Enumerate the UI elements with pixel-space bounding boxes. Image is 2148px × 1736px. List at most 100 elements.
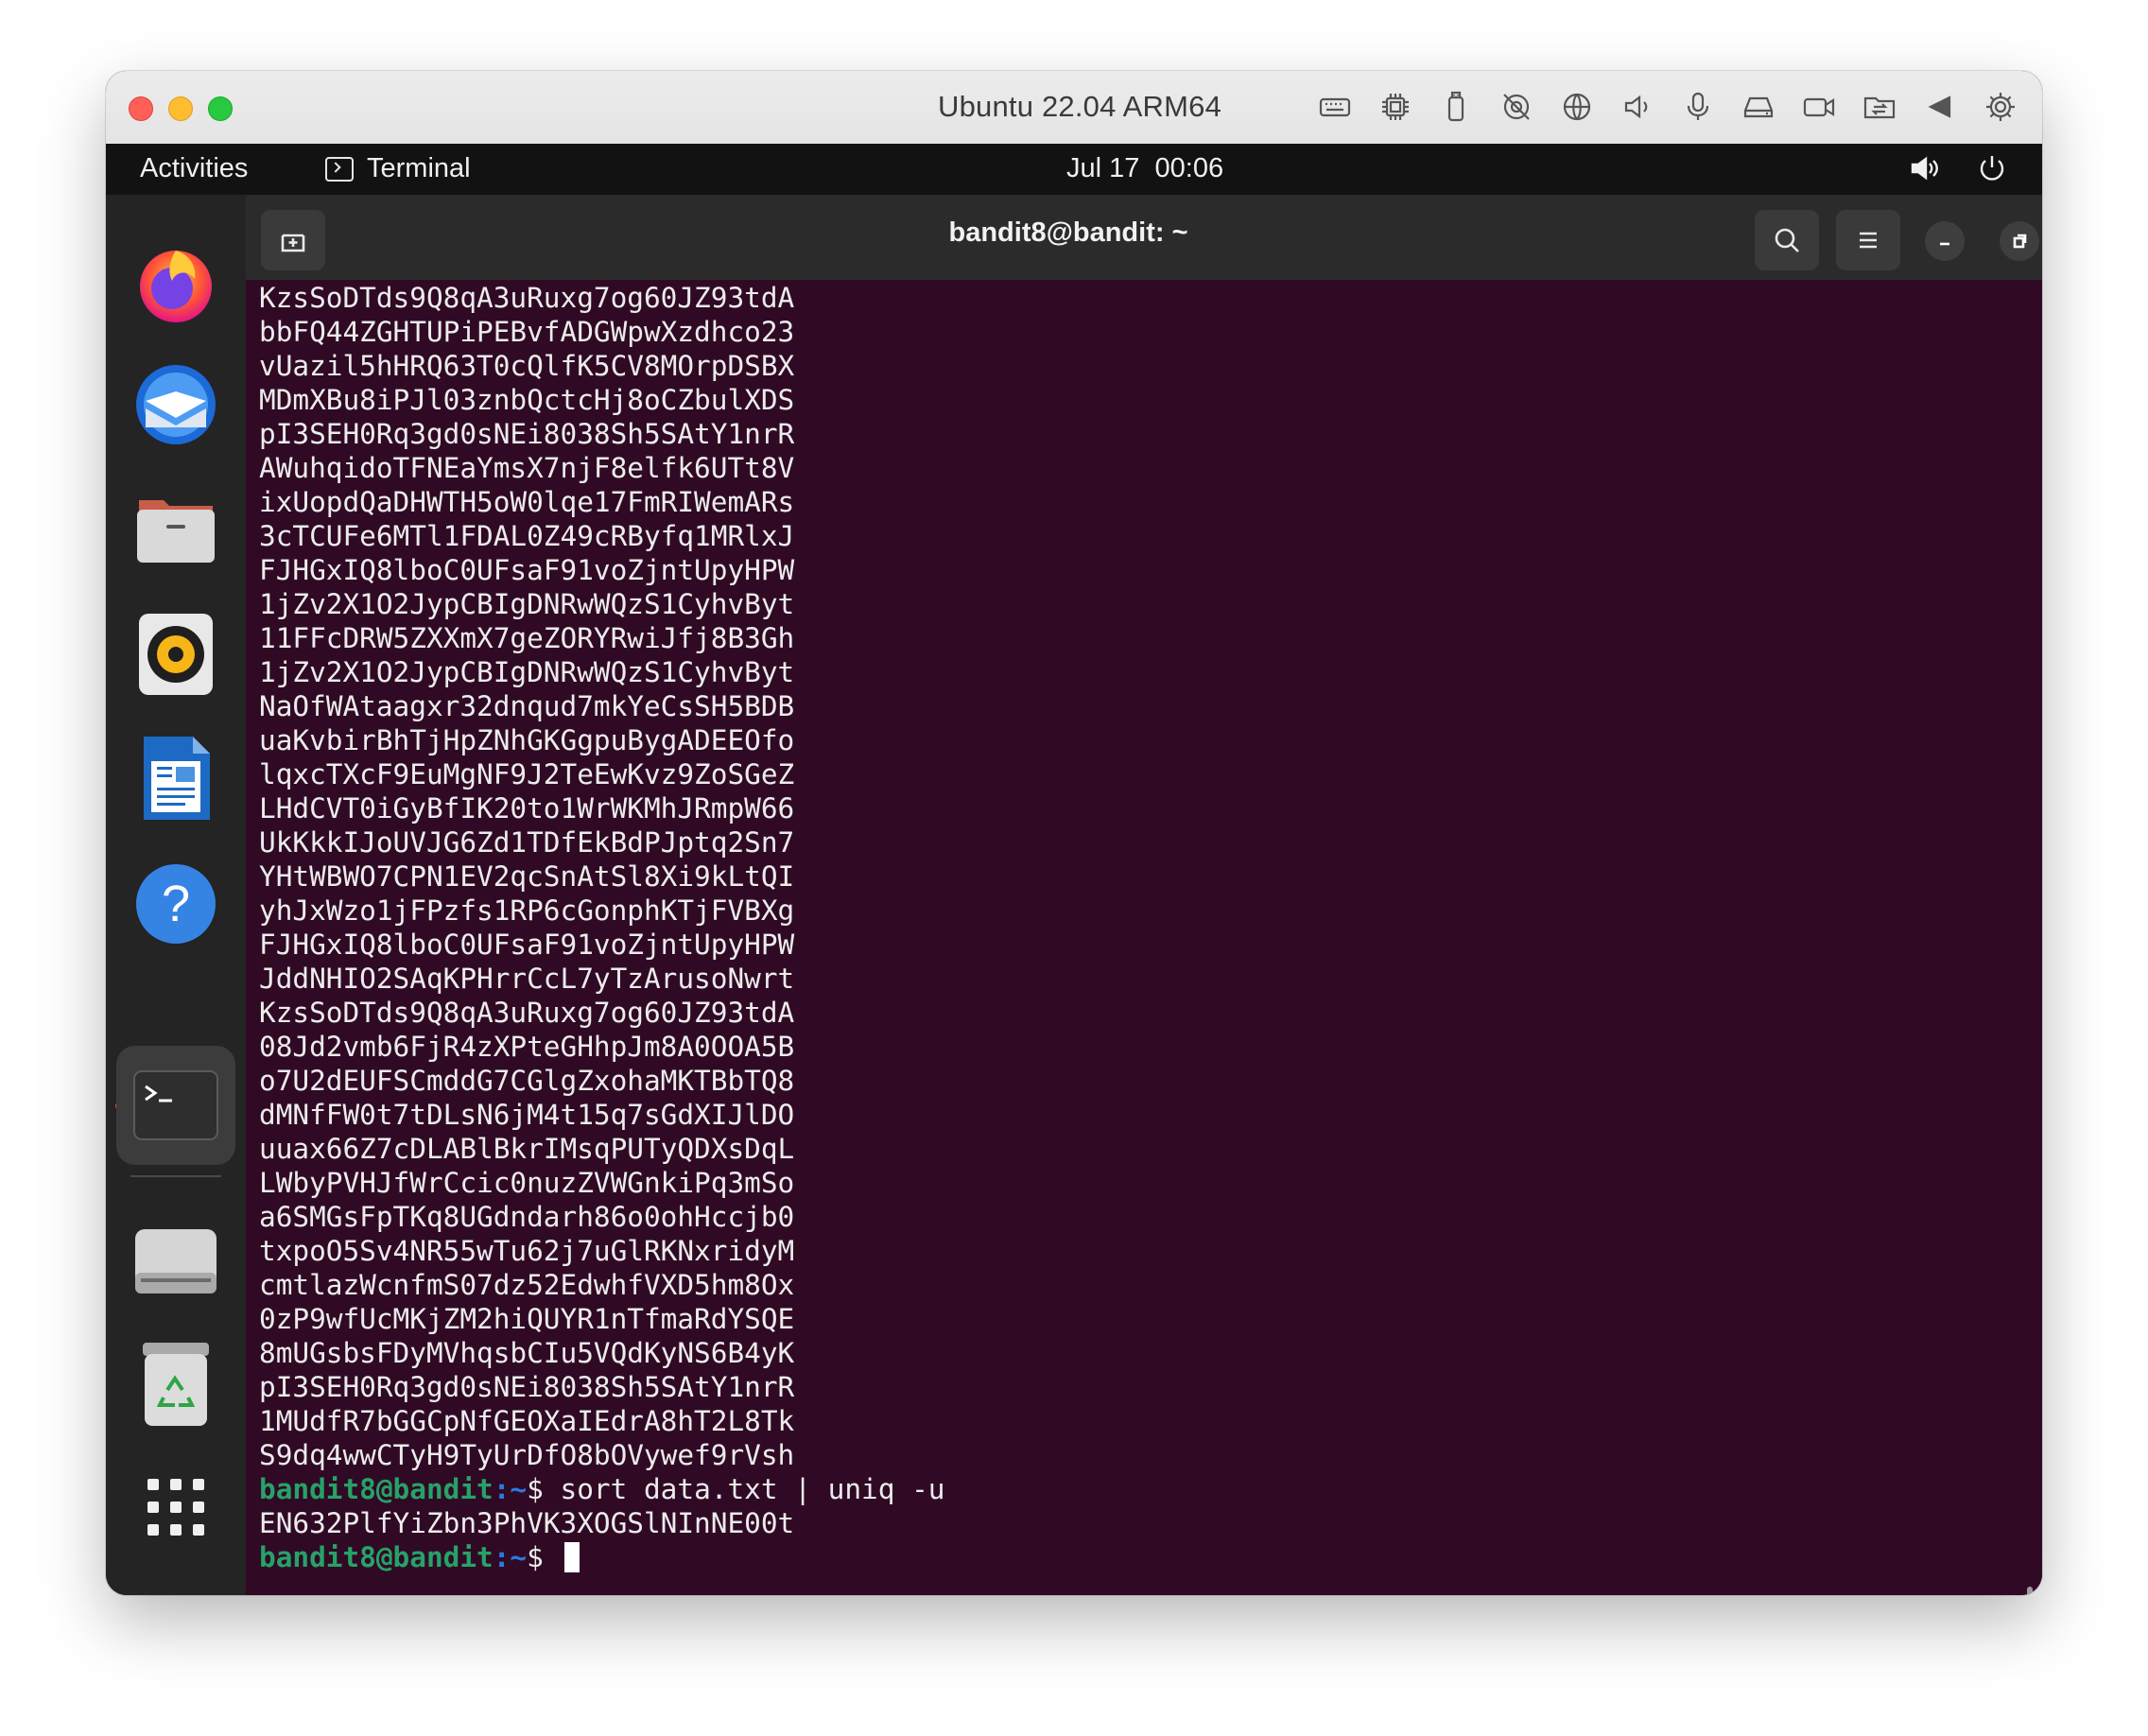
- terminal-headerbar[interactable]: bandit8@bandit: ~: [246, 195, 2042, 280]
- output-line: AWuhqidoTFNEaYmsX7njF8elfk6UTt8V: [259, 452, 795, 484]
- volume-icon[interactable]: [1908, 152, 1940, 184]
- trash-launcher[interactable]: [121, 1329, 231, 1439]
- hamburger-menu-icon: [1860, 232, 1877, 249]
- back-icon[interactable]: [1921, 88, 1959, 126]
- terminal-scrollbar[interactable]: [2027, 1587, 2033, 1595]
- power-icon[interactable]: [1976, 152, 2008, 184]
- output-line: pI3SEH0Rq3gd0sNEi8038Sh5SAtY1nrR: [259, 418, 795, 450]
- prompt-path: :~: [493, 1541, 528, 1573]
- output-line: NaOfWAtaagxr32dnqud7mkYeCsSH5BDB: [259, 690, 795, 722]
- activities-button[interactable]: Activities: [140, 153, 248, 184]
- terminal-output[interactable]: KzsSoDTds9Q8qA3uRuxg7og60JZ93tdA bbFQ44ZG…: [246, 280, 2042, 1595]
- output-line: 8mUGsbsFDyMVhqsbCIu5VQdKyNS6B4yK: [259, 1337, 795, 1369]
- search-button[interactable]: [1755, 210, 1819, 270]
- drive-icon: [135, 1229, 217, 1293]
- trash-icon: [143, 1343, 209, 1426]
- prompt-path: :~: [493, 1473, 528, 1505]
- output-line: FJHGxIQ8lboC0UFsaF91voZjntUpyHPW: [259, 929, 795, 961]
- files-icon: [137, 500, 215, 563]
- menu-button[interactable]: [1836, 210, 1900, 270]
- vm-title: Ubuntu 22.04 ARM64: [938, 90, 1222, 123]
- prompt-user: bandit8@bandit: [259, 1473, 494, 1505]
- firefox-icon: [140, 251, 212, 322]
- ubuntu-topbar: Activities Terminal Jul 17 00:06: [106, 144, 2042, 195]
- close-window-button[interactable]: [129, 96, 153, 121]
- cpu-icon[interactable]: [1377, 88, 1414, 126]
- output-line: cmtlazWcnfmS07dz52EdwhfVXD5hm8Ox: [259, 1269, 795, 1301]
- command-text: sort data.txt | uniq -u: [560, 1473, 945, 1505]
- output-line: 1MUdfR7bGGCpNfGEOXaIEdrA8hT2L8Tk: [259, 1405, 795, 1437]
- minimize-icon: [1940, 242, 1949, 246]
- vm-toolbar: [1316, 86, 2019, 128]
- network-icon[interactable]: [1558, 88, 1596, 126]
- prompt-symbol: $: [527, 1541, 561, 1573]
- camera-off-icon[interactable]: [1498, 88, 1535, 126]
- volume-icon[interactable]: [1619, 88, 1656, 126]
- app-menu-label: Terminal: [367, 153, 471, 183]
- vm-window: Ubuntu 22.04 ARM64 Activities Terminal J…: [106, 71, 2042, 1595]
- help-icon: ?: [136, 864, 216, 944]
- drive-launcher[interactable]: [121, 1207, 231, 1316]
- output-line: YHtWBWO7CPN1EV2qcSnAtSl8Xi9kLtQI: [259, 860, 795, 893]
- help-launcher[interactable]: ?: [121, 849, 231, 959]
- usb-icon[interactable]: [1437, 88, 1475, 126]
- output-line: 3cTCUFe6MTl1FDAL0Z49cRByfq1MRlxJ: [259, 520, 795, 552]
- app-menu[interactable]: Terminal: [325, 153, 471, 184]
- shared-folders-icon[interactable]: [1861, 88, 1898, 126]
- keyboard-icon[interactable]: [1316, 88, 1354, 126]
- restore-icon: [2013, 234, 2027, 249]
- files-launcher[interactable]: [121, 475, 231, 584]
- output-line: KzsSoDTds9Q8qA3uRuxg7og60JZ93tdA: [259, 282, 795, 314]
- output-line: bbFQ44ZGHTUPiPEBvfADGWpwXzdhco23: [259, 316, 795, 348]
- output-line: 08Jd2vmb6FjR4zXPteGHhpJm8A0OOA5B: [259, 1031, 795, 1063]
- output-line: lqxcTXcF9EuMgNF9J2TeEwKvz9ZoSGeZ: [259, 758, 795, 790]
- show-apps-button[interactable]: [121, 1452, 231, 1562]
- svg-text:?: ?: [162, 876, 190, 932]
- command-result: EN632PlfYiZbn3PhVK3XOGSlNInNE00t: [259, 1507, 795, 1539]
- settings-icon[interactable]: [1982, 88, 2019, 126]
- output-line: o7U2dEUFSCmddG7CGlgZxohaMKTBbTQ8: [259, 1065, 795, 1097]
- vm-titlebar[interactable]: Ubuntu 22.04 ARM64: [106, 71, 2042, 145]
- output-line: 0zP9wfUcMKjZM2hiQUYR1nTfmaRdYSQE: [259, 1303, 795, 1335]
- output-line: vUazil5hHRQ63T0cQlfK5CV8MOrpDSBX: [259, 350, 795, 382]
- output-line: FJHGxIQ8lboC0UFsaF91voZjntUpyHPW: [259, 554, 795, 586]
- dock-separator: [130, 1175, 221, 1177]
- output-line: txpoO5Sv4NR55wTu62j7uGlRKNxridyM: [259, 1235, 795, 1267]
- camera-icon[interactable]: [1800, 88, 1838, 126]
- system-tray[interactable]: [1908, 152, 2008, 184]
- firefox-launcher[interactable]: [121, 228, 231, 338]
- search-icon: [1775, 228, 1799, 252]
- writer-icon: [144, 737, 210, 820]
- output-line: UkKkkIJoUVJG6Zd1TDfEkBdPJptq2Sn7: [259, 826, 795, 859]
- output-line: JddNHIO2SAqKPHrrCcL7yTzArusoNwrt: [259, 963, 795, 995]
- microphone-icon[interactable]: [1679, 88, 1717, 126]
- terminal-icon: [133, 1070, 218, 1140]
- show-apps-icon: [147, 1479, 204, 1536]
- terminal-small-icon: [325, 156, 354, 182]
- rhythmbox-icon: [139, 614, 213, 695]
- dock: ?: [106, 195, 246, 1595]
- output-line: yhJxWzo1jFPzfs1RP6cGonphKTjFVBXg: [259, 894, 795, 927]
- output-line: 11FFcDRW5ZXXmX7geZORYRwiJfj8B3Gh: [259, 622, 795, 654]
- prompt-symbol: $: [527, 1473, 561, 1505]
- prompt-user: bandit8@bandit: [259, 1541, 494, 1573]
- minimize-window-button[interactable]: [168, 96, 193, 121]
- clock[interactable]: Jul 17 00:06: [1066, 153, 1223, 184]
- maximize-button[interactable]: [2000, 221, 2039, 261]
- thunderbird-launcher[interactable]: [121, 350, 231, 460]
- output-line: KzsSoDTds9Q8qA3uRuxg7og60JZ93tdA: [259, 997, 795, 1029]
- writer-launcher[interactable]: [121, 724, 231, 834]
- terminal-text: KzsSoDTds9Q8qA3uRuxg7og60JZ93tdA bbFQ44ZG…: [259, 281, 945, 1574]
- rhythmbox-launcher[interactable]: [121, 599, 231, 709]
- output-line: ixUopdQaDHWTH5oW0lqe17FmRIWemARs: [259, 486, 795, 518]
- disk-icon[interactable]: [1740, 88, 1777, 126]
- final-prompt-line[interactable]: bandit8@bandit:~$: [259, 1540, 945, 1574]
- zoom-window-button[interactable]: [208, 96, 233, 121]
- command-line: bandit8@bandit:~$ sort data.txt | uniq -…: [259, 1472, 945, 1506]
- minimize-button[interactable]: [1925, 221, 1965, 261]
- text-cursor: [563, 1542, 580, 1572]
- thunderbird-icon: [136, 365, 216, 444]
- output-line: LHdCVT0iGyBfIK20to1WrWKMhJRmpW66: [259, 792, 795, 825]
- terminal-launcher[interactable]: [116, 1046, 235, 1165]
- output-line: a6SMGsFpTKq8UGdndarh86o0ohHccjb0: [259, 1201, 795, 1233]
